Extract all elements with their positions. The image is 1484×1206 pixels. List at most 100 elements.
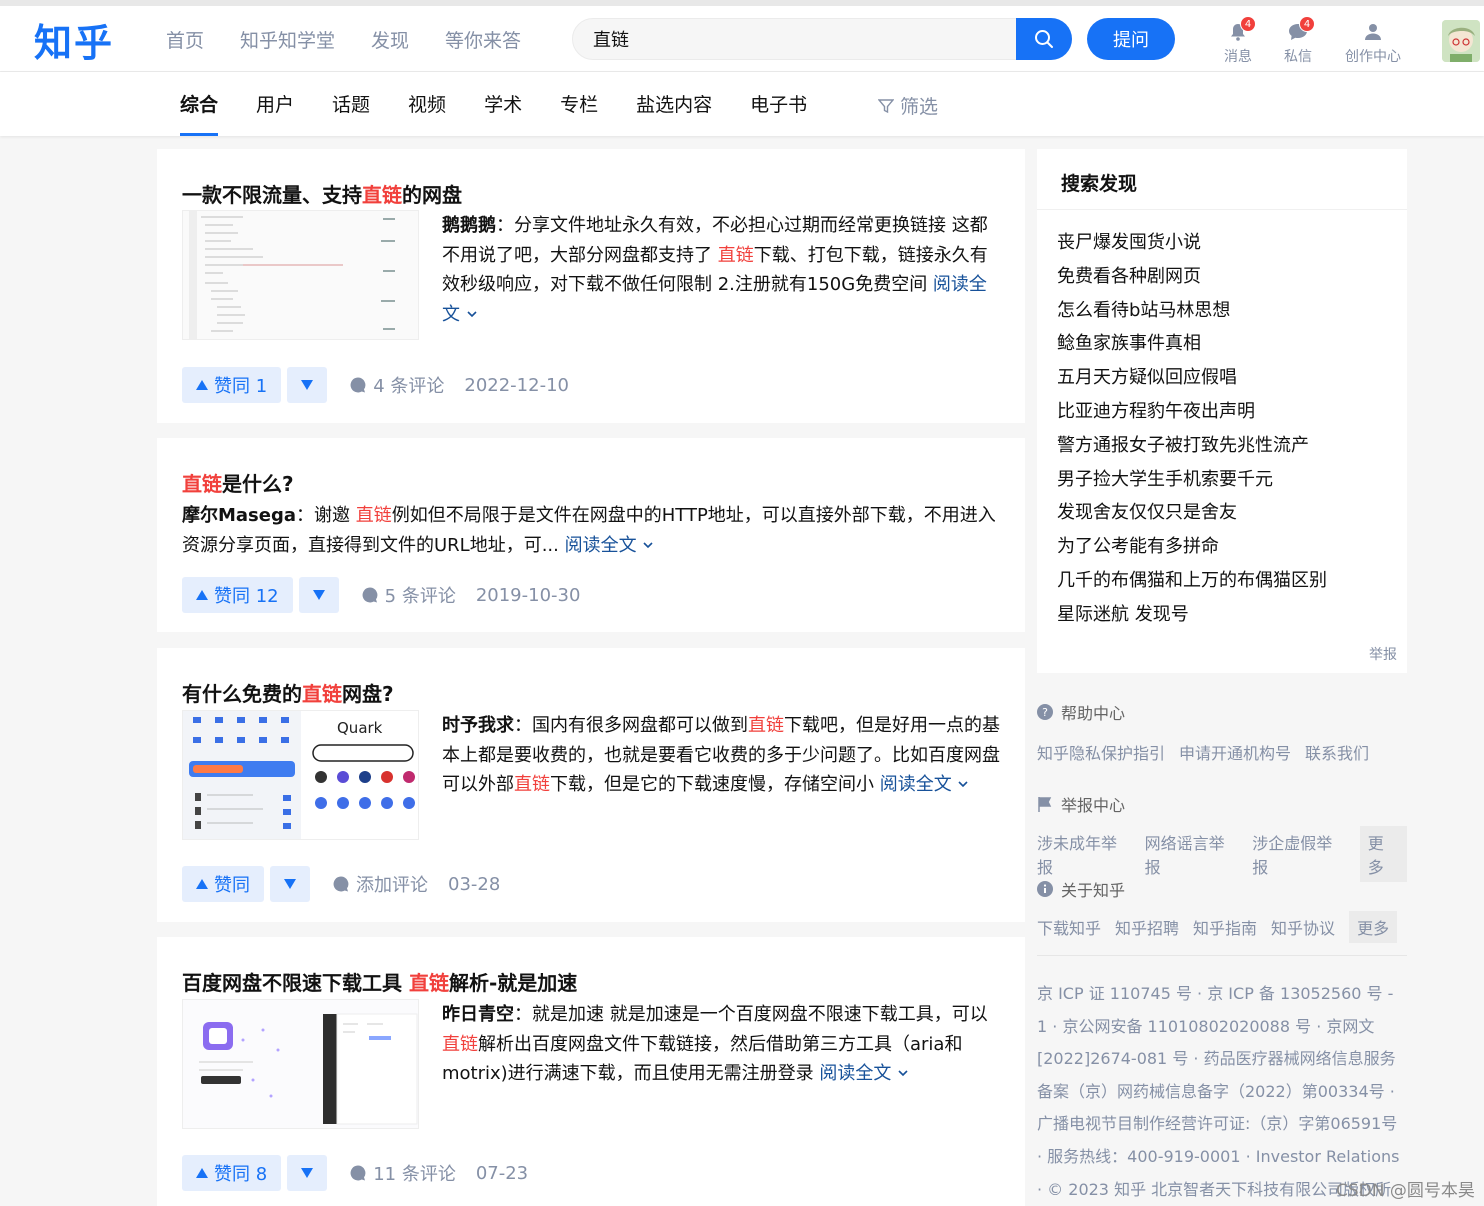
- contact-us-link[interactable]: 联系我们: [1305, 740, 1369, 764]
- read-more-link[interactable]: 阅读全文: [565, 535, 655, 556]
- rumor-report-link[interactable]: 网络谣言举报: [1145, 830, 1239, 878]
- messages-label: 消息: [1224, 49, 1252, 65]
- user-avatar[interactable]: [1442, 20, 1480, 62]
- read-more-link[interactable]: 阅读全文: [819, 1063, 909, 1084]
- search-input[interactable]: [593, 27, 993, 51]
- trending-item[interactable]: 丧尸爆发囤货小说: [1057, 226, 1327, 260]
- trending-item[interactable]: 发现舍友仅仅只是舍友: [1057, 496, 1327, 530]
- result-title[interactable]: 直链是什么?: [182, 468, 294, 497]
- result-actions: 赞同 8 11 条评论 07-23: [182, 1155, 528, 1191]
- triangle-down-icon: [301, 1168, 314, 1178]
- tab-all[interactable]: 综合: [180, 90, 219, 136]
- creator-center-label: 创作中心: [1345, 49, 1401, 65]
- tab-videos[interactable]: 视频: [408, 90, 446, 136]
- result-title[interactable]: 一款不限流量、支持直链的网盘: [182, 179, 462, 208]
- enterprise-report-link[interactable]: 涉企虚假举报: [1252, 830, 1346, 878]
- triangle-down-icon: [284, 879, 296, 889]
- trending-item[interactable]: 比亚迪方程豹午夜出声明: [1057, 395, 1327, 429]
- comment-icon: [333, 876, 349, 892]
- downvote-button[interactable]: [270, 866, 310, 902]
- minor-report-link[interactable]: 涉未成年举报: [1037, 830, 1131, 878]
- downvote-button[interactable]: [287, 1155, 328, 1191]
- trending-item[interactable]: 免费看各种剧网页: [1057, 260, 1327, 294]
- nav-waiting-answers[interactable]: 等你来答: [445, 26, 521, 53]
- svg-text:Quark: Quark: [337, 719, 383, 737]
- private-messages-button[interactable]: 4 私信: [1284, 16, 1315, 66]
- comments-button[interactable]: 5 条评论: [361, 582, 456, 608]
- tab-topics[interactable]: 话题: [332, 90, 370, 136]
- zhihu-logo[interactable]: 知乎: [34, 12, 114, 67]
- upvote-button[interactable]: 赞同 8: [182, 1155, 282, 1191]
- privacy-guide-link[interactable]: 知乎隐私保护指引: [1037, 740, 1165, 764]
- tab-users[interactable]: 用户: [256, 90, 294, 136]
- app-screenshot-image: Quark: [183, 711, 415, 839]
- trending-item[interactable]: 为了公考能有多拼命: [1057, 530, 1327, 564]
- result-thumbnail[interactable]: [182, 210, 419, 340]
- result-title[interactable]: 百度网盘不限速下载工具 直链解析-就是加速: [182, 967, 577, 996]
- read-more-link[interactable]: 阅读全文: [880, 774, 970, 795]
- comments-button[interactable]: 添加评论: [332, 871, 428, 897]
- trending-item[interactable]: 警方通报女子被打致先兆性流产: [1057, 429, 1327, 463]
- chevron-down-icon: [958, 781, 969, 788]
- result-excerpt[interactable]: 鹅鹅鹅：分享文件地址永久有效，不必担心过期而经常更换链接 这都不用说了吧，大部分…: [442, 211, 1002, 329]
- agreement-link[interactable]: 知乎协议: [1271, 915, 1335, 939]
- result-actions: 赞同 12 5 条评论 2019-10-30: [182, 577, 580, 613]
- org-account-link[interactable]: 申请开通机构号: [1179, 740, 1291, 764]
- result-card: 直链是什么? 摩尔Masega：谢邀 直链例如但不局限于是文件在网盘中的HTTP…: [157, 438, 1025, 632]
- result-title[interactable]: 有什么免费的直链网盘?: [182, 678, 394, 707]
- triangle-down-icon: [312, 590, 325, 600]
- trending-item[interactable]: 星际迷航 发现号: [1057, 598, 1327, 632]
- about-title[interactable]: 关于知乎: [1061, 877, 1125, 901]
- trending-list: 丧尸爆发囤货小说 免费看各种剧网页 怎么看待b站马林思想 鲶鱼家族事件真相 五月…: [1057, 226, 1327, 632]
- more-button[interactable]: 更多: [1359, 826, 1407, 882]
- trending-item[interactable]: 几千的布偶猫和上万的布偶猫区别: [1057, 564, 1327, 598]
- tab-columns[interactable]: 专栏: [560, 90, 598, 136]
- upvote-button[interactable]: 赞同 12: [182, 577, 293, 613]
- nav-discover[interactable]: 发现: [371, 26, 409, 53]
- trending-item[interactable]: 怎么看待b站马林思想: [1057, 294, 1327, 328]
- result-thumbnail[interactable]: Quark: [182, 710, 419, 840]
- upvote-button[interactable]: 赞同 1: [182, 367, 282, 403]
- report-center-title[interactable]: 举报中心: [1061, 792, 1125, 816]
- result-card: 有什么免费的直链网盘? Quark 时予我求：国内有很多网盘都可以做到直链下载吧…: [157, 648, 1025, 922]
- creator-center-button[interactable]: 创作中心: [1345, 22, 1401, 66]
- downvote-button[interactable]: [298, 577, 339, 613]
- messages-button[interactable]: 4 消息: [1224, 16, 1256, 66]
- more-button[interactable]: 更多: [1349, 911, 1398, 943]
- trending-item[interactable]: 鲶鱼家族事件真相: [1057, 327, 1327, 361]
- chevron-down-icon: [898, 1070, 908, 1077]
- jobs-link[interactable]: 知乎招聘: [1115, 915, 1179, 939]
- result-excerpt[interactable]: 昨日青空：就是加速 就是加速是一个百度网盘不限速下载工具，可以直链解析出百度网盘…: [442, 1000, 1002, 1089]
- tab-salt-content[interactable]: 盐选内容: [636, 90, 712, 136]
- result-excerpt[interactable]: 摩尔Masega：谢邀 直链例如但不局限于是文件在网盘中的HTTP地址，可以直接…: [182, 501, 1002, 560]
- downvote-button[interactable]: [287, 367, 328, 403]
- result-actions: 赞同 1 4 条评论 2022-12-10: [182, 367, 569, 403]
- chevron-down-icon: [467, 310, 477, 317]
- trending-item[interactable]: 五月天方疑似回应假唱: [1057, 361, 1327, 395]
- comments-button[interactable]: 11 条评论: [349, 1160, 456, 1186]
- search-button[interactable]: [1016, 18, 1072, 60]
- guide-link[interactable]: 知乎指南: [1193, 915, 1257, 939]
- tab-ebooks[interactable]: 电子书: [750, 90, 807, 136]
- upvote-button[interactable]: 赞同: [182, 866, 264, 902]
- comment-icon: [350, 1165, 366, 1181]
- result-excerpt[interactable]: 时予我求：国内有很多网盘都可以做到直链下载吧，但是好用一点的基本上都是要收费的，…: [442, 711, 1002, 800]
- filter-icon: [878, 98, 894, 113]
- triangle-up-icon: [196, 879, 208, 889]
- report-link[interactable]: 举报: [1369, 644, 1397, 664]
- trending-item[interactable]: 男子捡大学生手机索要千元: [1057, 463, 1327, 497]
- filter-button[interactable]: 筛选: [878, 92, 938, 119]
- comments-button[interactable]: 4 条评论: [349, 372, 444, 398]
- flag-icon: [1038, 797, 1052, 812]
- comment-icon: [350, 377, 366, 393]
- help-center-title[interactable]: 帮助中心: [1061, 700, 1125, 724]
- tool-screenshot-image: [183, 1000, 418, 1128]
- nav-zhixuetang[interactable]: 知乎知学堂: [240, 26, 335, 53]
- code-screenshot-image: [189, 211, 395, 339]
- result-thumbnail[interactable]: [182, 999, 419, 1129]
- nav-home[interactable]: 首页: [166, 26, 204, 53]
- triangle-up-icon: [196, 1168, 208, 1178]
- ask-button[interactable]: 提问: [1087, 18, 1175, 60]
- tab-academic[interactable]: 学术: [484, 90, 522, 136]
- download-link[interactable]: 下载知乎: [1037, 915, 1101, 939]
